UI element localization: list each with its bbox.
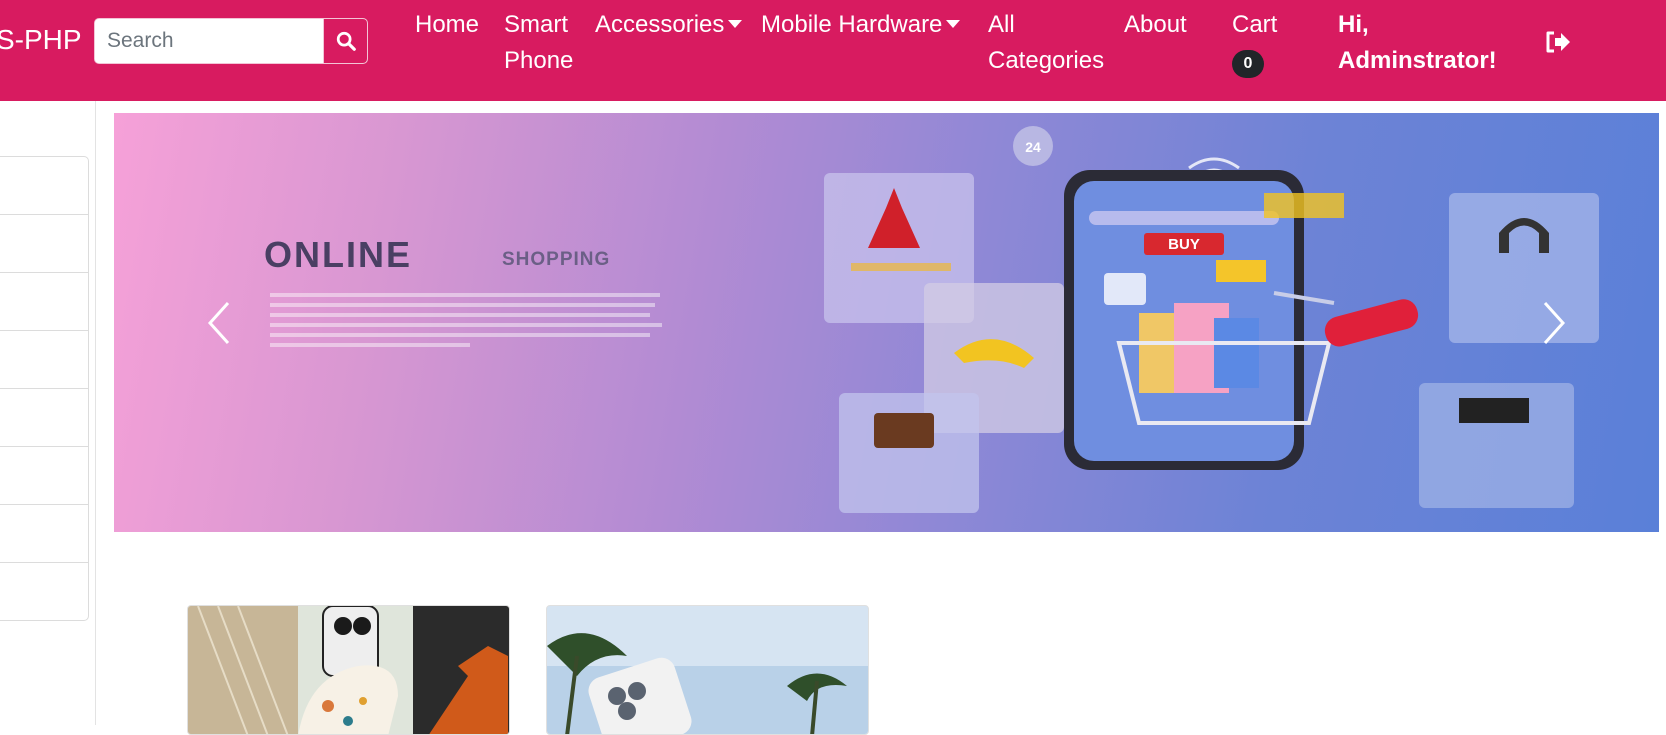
sidebar-item[interactable] [0, 389, 88, 447]
nav-home[interactable]: Home [415, 7, 479, 43]
caret-down-icon [946, 20, 961, 28]
brand-logo[interactable]: S-PHP [0, 24, 82, 56]
search-input[interactable] [95, 19, 323, 63]
nav-accessories-dropdown[interactable]: Accessories [595, 7, 743, 43]
chevron-right-icon [1543, 301, 1566, 345]
nav-smart-phone[interactable]: Smart Phone [504, 7, 573, 79]
nav-cart[interactable]: Cart 0 [1232, 7, 1277, 79]
sidebar-item[interactable] [0, 447, 88, 505]
timer-label: 24 [1025, 139, 1041, 155]
caret-down-icon [728, 20, 743, 28]
white-iphone-product-image [547, 606, 868, 734]
sidebar-item[interactable] [0, 563, 88, 620]
nav-mobile-hardware-label: Mobile Hardware [761, 11, 943, 38]
product-card[interactable] [187, 605, 510, 735]
nav-cart-label: Cart [1232, 11, 1278, 38]
banner-title: ONLINE [264, 234, 412, 275]
buy-label: BUY [1168, 236, 1200, 253]
sidebar-divider [95, 101, 96, 725]
banner-body-text-lines [270, 293, 662, 347]
user-greeting: Hi, Adminstrator! [1338, 7, 1497, 79]
banner-subtitle: SHOPPING [502, 249, 610, 270]
greeting-line1: Hi, [1338, 11, 1369, 38]
sidebar-item[interactable] [0, 505, 88, 563]
search-icon [336, 31, 356, 51]
category-sidebar [0, 156, 89, 621]
nav-mobile-hardware-dropdown[interactable]: Mobile Hardware [761, 7, 961, 43]
sidebar-item[interactable] [0, 273, 88, 331]
sidebar-item[interactable] [0, 215, 88, 273]
greeting-line2: Adminstrator! [1338, 47, 1497, 74]
nav-about[interactable]: About [1124, 7, 1187, 43]
sidebar-item[interactable] [0, 331, 88, 389]
carousel-prev-button[interactable] [200, 293, 240, 353]
phone-case-product-image [188, 606, 509, 734]
cart-count-badge: 0 [1232, 50, 1264, 78]
nav-accessories-label: Accessories [595, 11, 725, 38]
sign-out-icon[interactable] [1545, 30, 1571, 54]
online-shopping-banner-image: ONLINE SHOPPING 24 BUY [264, 126, 1599, 513]
hero-carousel: ONLINE SHOPPING 24 BUY [114, 113, 1659, 532]
carousel-next-button[interactable] [1533, 293, 1573, 353]
product-card[interactable] [546, 605, 869, 735]
chevron-left-icon [207, 301, 230, 345]
nav-all-categories-line2: Categories [988, 47, 1105, 74]
nav-smart-phone-line2: Phone [504, 47, 574, 74]
navbar: S-PHP Home Smart Phone Accessories Mobil… [0, 0, 1666, 101]
search-form [94, 18, 368, 64]
search-button[interactable] [323, 19, 367, 63]
nav-all-categories[interactable]: All Categories [988, 7, 1104, 79]
nav-smart-phone-line1: Smart [504, 11, 569, 38]
sidebar-item[interactable] [0, 157, 88, 215]
nav-all-categories-line1: All [988, 11, 1015, 38]
